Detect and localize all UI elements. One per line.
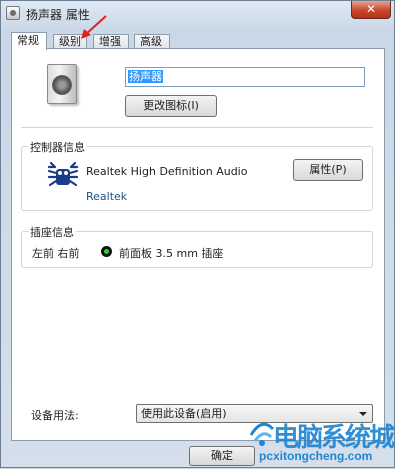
- jack-color-indicator-icon: [101, 246, 112, 257]
- watermark-url: pcxitongcheng.com: [259, 449, 373, 463]
- controller-name: Realtek High Definition Audio: [86, 165, 248, 178]
- tab-advanced[interactable]: 高级: [134, 34, 170, 49]
- speaker-small-icon: [6, 6, 20, 20]
- close-button[interactable]: ✕: [351, 1, 391, 19]
- device-name-field[interactable]: 扬声器: [125, 67, 365, 87]
- change-icon-button[interactable]: 更改图标(I): [125, 95, 217, 117]
- controller-properties-button[interactable]: 属性(P): [293, 159, 363, 181]
- chevron-down-icon: [359, 412, 367, 416]
- jack-channels: 左前 右前: [32, 247, 80, 260]
- annotation-arrow-icon: [81, 15, 107, 39]
- controller-vendor-link[interactable]: Realtek: [86, 190, 127, 203]
- device-usage-selected: 使用此设备(启用): [141, 407, 227, 420]
- title-bar[interactable]: 扬声器 属性 ✕: [1, 1, 394, 27]
- jack-info-title: 插座信息: [28, 224, 76, 240]
- properties-window: 扬声器 属性 ✕ 常规 级别 增强 高级 扬声器 更改图标(I) 控制器信息 R…: [0, 0, 395, 468]
- jack-port-description: 前面板 3.5 mm 插座: [119, 247, 224, 260]
- separator: [21, 127, 373, 128]
- ok-button[interactable]: 确定: [189, 446, 255, 466]
- realtek-crab-icon: [47, 161, 79, 187]
- device-usage-select[interactable]: 使用此设备(启用): [136, 404, 373, 423]
- controller-info-title: 控制器信息: [28, 139, 87, 155]
- device-usage-label: 设备用法:: [31, 409, 79, 422]
- device-name-selected-text: 扬声器: [128, 70, 163, 83]
- tab-general[interactable]: 常规: [11, 32, 47, 50]
- speaker-icon: [47, 64, 77, 104]
